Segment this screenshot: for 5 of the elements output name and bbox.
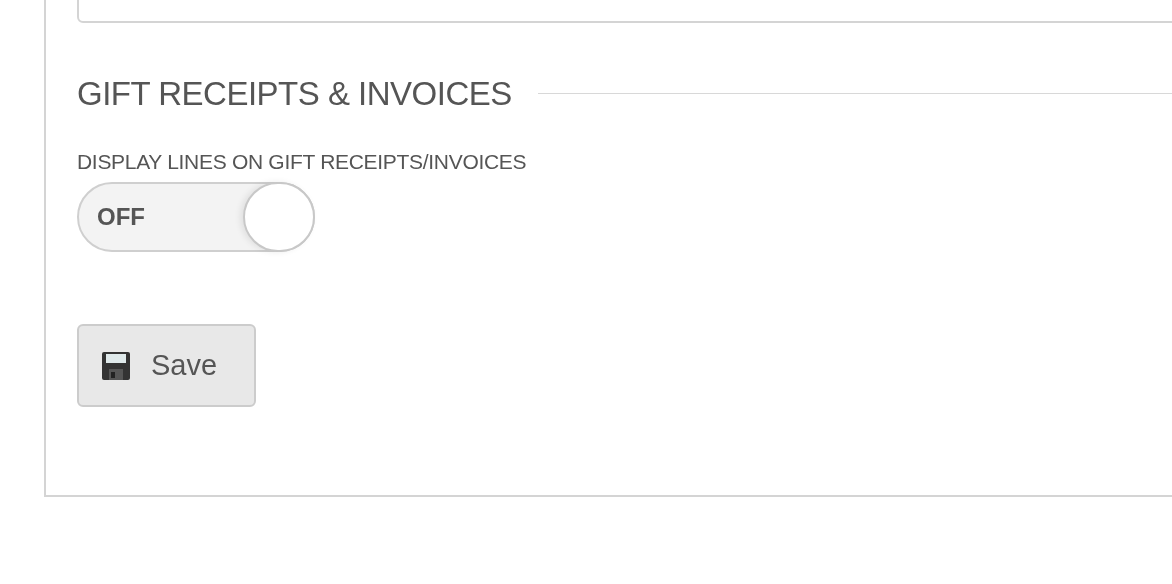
save-button[interactable]: Save [77, 324, 256, 407]
toggle-knob[interactable] [243, 182, 315, 252]
toggle-switch[interactable]: OFF [77, 182, 315, 252]
setting-label: DISPLAY LINES ON GIFT RECEIPTS/INVOICES [77, 151, 528, 172]
section-title: GIFT RECEIPTS & INVOICES [77, 76, 512, 110]
